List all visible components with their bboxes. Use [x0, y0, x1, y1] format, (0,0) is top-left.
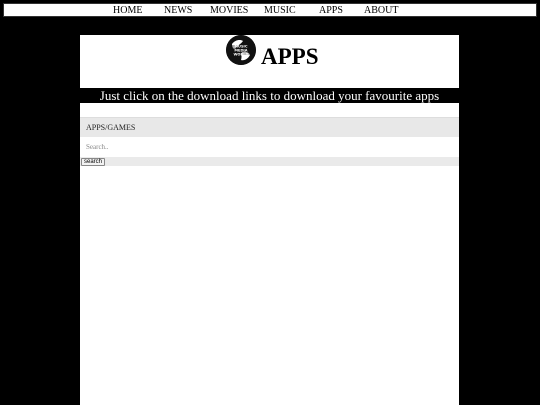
nav-item-about[interactable]: ABOUT — [364, 4, 398, 17]
svg-text:WORLD: WORLD — [233, 53, 248, 57]
search-button[interactable]: search — [81, 158, 106, 166]
search-input[interactable] — [84, 140, 458, 154]
nav-item-apps[interactable]: APPS — [319, 4, 343, 17]
page-header: MUSIC MEDIA WORLD APPS — [80, 35, 459, 88]
main-content-panel: MUSIC MEDIA WORLD APPS Just click on the… — [80, 35, 459, 405]
search-button-row: search — [80, 157, 459, 166]
search-row — [80, 137, 459, 157]
nav-item-movies[interactable]: MOVIES — [210, 4, 248, 17]
nav-item-music[interactable]: MUSIC — [264, 4, 296, 17]
nav-item-news[interactable]: NEWS — [164, 4, 192, 17]
nav-item-home[interactable]: HOME — [113, 4, 142, 17]
section-label-apps-games: APPS/GAMES — [86, 123, 136, 132]
download-instructions-banner: Just click on the download links to down… — [80, 88, 459, 103]
globe-logo-icon[interactable]: MUSIC MEDIA WORLD — [226, 35, 256, 65]
section-header: APPS/GAMES — [80, 117, 459, 137]
top-navigation-bar: HOME NEWS MOVIES MUSIC APPS ABOUT — [3, 3, 537, 17]
page-title: APPS — [261, 44, 319, 69]
